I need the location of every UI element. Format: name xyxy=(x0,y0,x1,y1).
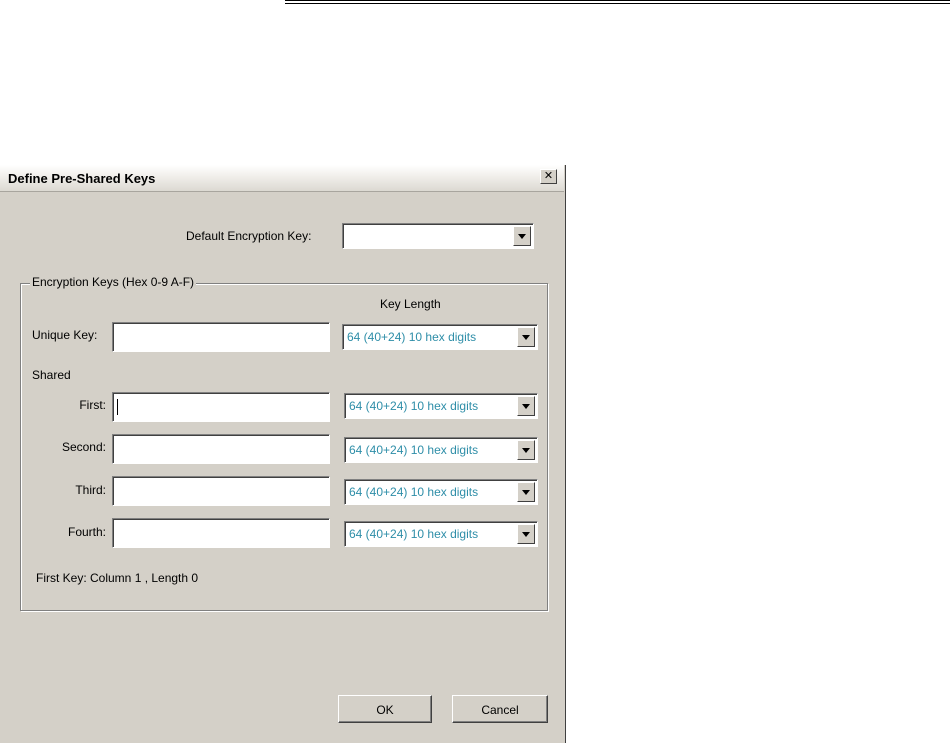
fourth-key-input[interactable] xyxy=(112,518,330,548)
page-header-rule xyxy=(285,0,950,4)
close-button[interactable]: ✕ xyxy=(540,169,557,184)
first-key-length-select[interactable]: 64 (40+24) 10 hex digits xyxy=(344,393,538,419)
third-key-input[interactable] xyxy=(112,476,330,506)
second-key-length-select[interactable]: 64 (40+24) 10 hex digits xyxy=(344,437,538,463)
close-icon: ✕ xyxy=(543,170,554,182)
unique-key-length-select[interactable]: 64 (40+24) 10 hex digits xyxy=(342,324,538,350)
unique-key-label: Unique Key: xyxy=(32,328,98,342)
fourth-key-length-select[interactable]: 64 (40+24) 10 hex digits xyxy=(344,521,538,547)
second-key-length-value: 64 (40+24) 10 hex digits xyxy=(349,443,479,457)
default-key-label: Default Encryption Key: xyxy=(186,229,312,243)
second-key-input[interactable] xyxy=(112,434,330,464)
key-length-header: Key Length xyxy=(380,297,441,311)
unique-key-length-value: 64 (40+24) 10 hex digits xyxy=(347,330,477,344)
first-key-length-value: 64 (40+24) 10 hex digits xyxy=(349,399,479,413)
dialog-title: Define Pre-Shared Keys xyxy=(8,171,156,186)
text-caret xyxy=(117,399,118,415)
default-key-select[interactable] xyxy=(342,223,534,249)
first-key-input[interactable] xyxy=(112,392,330,422)
third-key-length-select[interactable]: 64 (40+24) 10 hex digits xyxy=(344,479,538,505)
cancel-button[interactable]: Cancel xyxy=(452,695,548,723)
chevron-down-icon[interactable] xyxy=(517,327,535,347)
third-key-label: Third: xyxy=(75,483,106,497)
shared-label: Shared xyxy=(32,368,71,382)
chevron-down-icon[interactable] xyxy=(513,226,531,246)
first-key-label: First: xyxy=(79,398,106,412)
encryption-keys-legend: Encryption Keys (Hex 0-9 A-F) xyxy=(30,275,197,289)
chevron-down-icon[interactable] xyxy=(517,482,535,502)
chevron-down-icon[interactable] xyxy=(517,396,535,416)
ok-button[interactable]: OK xyxy=(338,695,432,723)
title-bar[interactable]: Define Pre-Shared Keys ✕ xyxy=(0,165,564,192)
unique-key-input[interactable] xyxy=(112,322,330,352)
key-status-text: First Key: Column 1 , Length 0 xyxy=(36,571,199,585)
second-key-label: Second: xyxy=(61,440,106,454)
pre-shared-keys-dialog: Define Pre-Shared Keys ✕ Default Encrypt… xyxy=(0,165,566,743)
chevron-down-icon[interactable] xyxy=(517,440,535,460)
third-key-length-value: 64 (40+24) 10 hex digits xyxy=(349,485,479,499)
fourth-key-length-value: 64 (40+24) 10 hex digits xyxy=(349,527,479,541)
chevron-down-icon[interactable] xyxy=(517,524,535,544)
fourth-key-label: Fourth: xyxy=(67,525,106,539)
